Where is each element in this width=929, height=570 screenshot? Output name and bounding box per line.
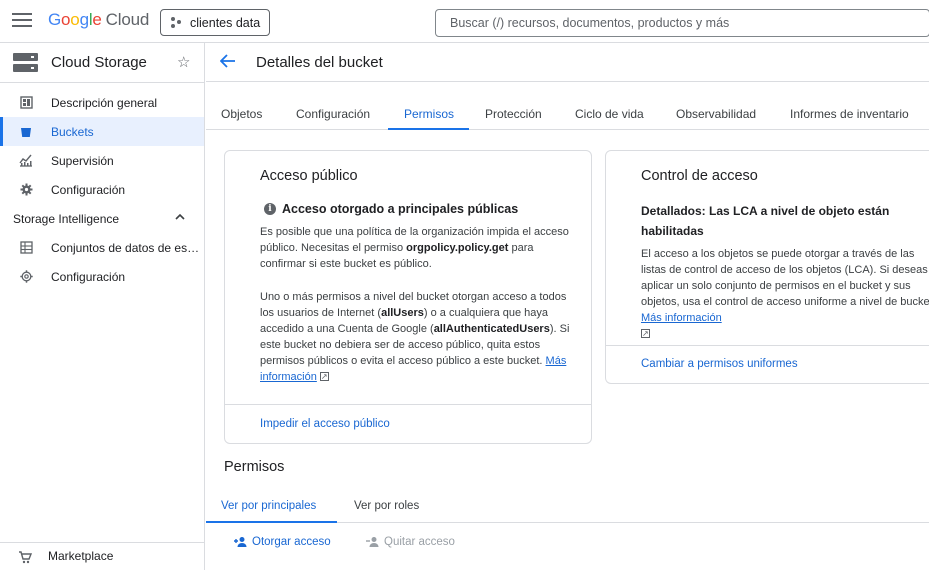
sidebar: Cloud Storage ☆ Descripción general Buck… xyxy=(0,43,205,570)
access-control-card: Control de acceso Detallados: Las LCA a … xyxy=(605,150,929,384)
sidebar-item-overview[interactable]: Descripción general xyxy=(0,88,204,117)
card-title: Control de acceso xyxy=(641,168,758,184)
logo-letter: o xyxy=(61,10,71,29)
star-icon[interactable]: ☆ xyxy=(177,53,190,71)
chevron-up-icon[interactable] xyxy=(174,211,186,223)
person-remove-icon xyxy=(366,537,379,547)
sidebar-item-label: Conjuntos de datos de es… xyxy=(51,240,200,255)
logo-suffix: Cloud xyxy=(105,10,150,29)
access-control-mode: Detallados: Las LCA a nivel de objeto es… xyxy=(641,204,890,238)
sidebar-item-monitoring[interactable]: Supervisión xyxy=(0,146,204,175)
google-cloud-logo[interactable]: Google Cloud xyxy=(48,10,149,30)
gear-icon xyxy=(19,183,33,197)
search-input[interactable]: Buscar (/) recursos, documentos, product… xyxy=(435,9,929,37)
sidebar-item-label: Configuración xyxy=(51,182,126,197)
tab-inventory-reports[interactable]: Informes de inventario xyxy=(790,107,909,121)
sidebar-item-label: Configuración xyxy=(51,269,126,284)
product-title: Cloud Storage xyxy=(51,54,147,71)
tab-configuration[interactable]: Configuración xyxy=(296,107,370,121)
public-access-card: Acceso público i Acceso otorgado a princ… xyxy=(224,150,592,444)
tab-view-by-principals[interactable]: Ver por principales xyxy=(221,500,316,512)
principal-name: allAuthenticatedUsers xyxy=(433,323,550,335)
back-arrow-icon[interactable] xyxy=(219,53,236,71)
tab-lifecycle[interactable]: Ciclo de vida xyxy=(575,107,644,121)
person-add-icon xyxy=(234,537,247,547)
page-header: Detalles del bucket xyxy=(206,43,929,82)
logo-letter: G xyxy=(48,10,62,29)
dataset-icon xyxy=(19,241,33,255)
card-title: Acceso público xyxy=(260,168,358,184)
button-label: Quitar acceso xyxy=(384,536,455,548)
grant-access-button[interactable]: Otorgar acceso xyxy=(234,536,331,548)
settings-icon xyxy=(19,270,33,284)
divider xyxy=(225,404,591,405)
public-status: i Acceso otorgado a principales públicas xyxy=(264,202,518,216)
permission-name: orgpolicy.policy.get xyxy=(406,242,509,254)
active-subtab-indicator xyxy=(206,521,337,523)
external-link-icon[interactable] xyxy=(319,369,329,385)
org-policy-paragraph: Es posible que una política de la organi… xyxy=(260,224,580,272)
project-icon xyxy=(171,16,183,29)
sidebar-item-label: Descripción general xyxy=(51,95,158,110)
project-selector-button[interactable]: clientes data xyxy=(160,9,270,36)
tab-view-by-roles[interactable]: Ver por roles xyxy=(354,500,419,512)
prevent-public-access-button[interactable]: Impedir el acceso público xyxy=(260,418,390,430)
cloud-storage-icon xyxy=(13,53,38,72)
logo-letter: o xyxy=(70,10,80,29)
switch-uniform-button[interactable]: Cambiar a permisos uniformes xyxy=(641,358,798,370)
page-title: Detalles del bucket xyxy=(256,54,383,71)
sidebar-item-intelligence-settings[interactable]: Configuración xyxy=(0,262,204,291)
tab-objects[interactable]: Objetos xyxy=(221,107,262,121)
sidebar-item-marketplace[interactable]: Marketplace xyxy=(0,542,204,570)
permissions-view-tabs: Ver por principales Ver por roles xyxy=(206,493,929,523)
logo-letter: g xyxy=(79,10,89,29)
dashboard-icon xyxy=(19,96,33,110)
active-tab-indicator xyxy=(388,128,469,130)
logo-letter: e xyxy=(92,10,102,29)
button-label: Otorgar acceso xyxy=(252,536,331,548)
text: El acceso a los objetos se puede otorgar… xyxy=(641,248,929,308)
sidebar-item-datasets[interactable]: Conjuntos de datos de es… xyxy=(0,233,204,262)
sidebar-header: Cloud Storage ☆ xyxy=(0,43,204,83)
remove-access-button[interactable]: Quitar acceso xyxy=(366,536,455,548)
chart-icon xyxy=(19,154,33,168)
main-content: Detalles del bucket Objetos Configuració… xyxy=(206,43,929,570)
sidebar-item-buckets[interactable]: Buckets xyxy=(0,117,204,146)
sidebar-item-settings[interactable]: Configuración xyxy=(0,175,204,204)
public-permissions-paragraph: Uno o más permisos a nivel del bucket ot… xyxy=(260,289,580,385)
divider xyxy=(606,345,929,346)
tab-protection[interactable]: Protección xyxy=(485,107,542,121)
sidebar-item-label: Supervisión xyxy=(51,153,114,168)
sidebar-item-label: Marketplace xyxy=(48,549,114,563)
external-link-icon[interactable] xyxy=(641,326,650,342)
status-text: Acceso otorgado a principales públicas xyxy=(282,202,519,216)
sidebar-item-label: Buckets xyxy=(51,124,94,139)
bucket-icon xyxy=(19,125,33,139)
cart-icon xyxy=(19,551,32,564)
tab-bar: Objetos Configuración Permisos Protecció… xyxy=(206,99,929,130)
project-name: clientes data xyxy=(190,15,261,30)
menu-icon[interactable] xyxy=(12,13,32,31)
tab-observability[interactable]: Observabilidad xyxy=(676,107,756,121)
section-label: Storage Intelligence xyxy=(13,211,120,226)
principal-name: allUsers xyxy=(381,307,424,319)
more-info-link[interactable]: Más información xyxy=(641,312,722,324)
access-control-paragraph: El acceso a los objetos se puede otorgar… xyxy=(641,246,929,342)
info-icon: i xyxy=(264,203,276,215)
top-bar: Google Cloud clientes data Buscar (/) rec… xyxy=(0,0,929,43)
tab-permissions[interactable]: Permisos xyxy=(404,107,454,121)
storage-intelligence-section[interactable]: Storage Intelligence xyxy=(0,204,204,233)
permissions-title: Permisos xyxy=(224,459,285,475)
